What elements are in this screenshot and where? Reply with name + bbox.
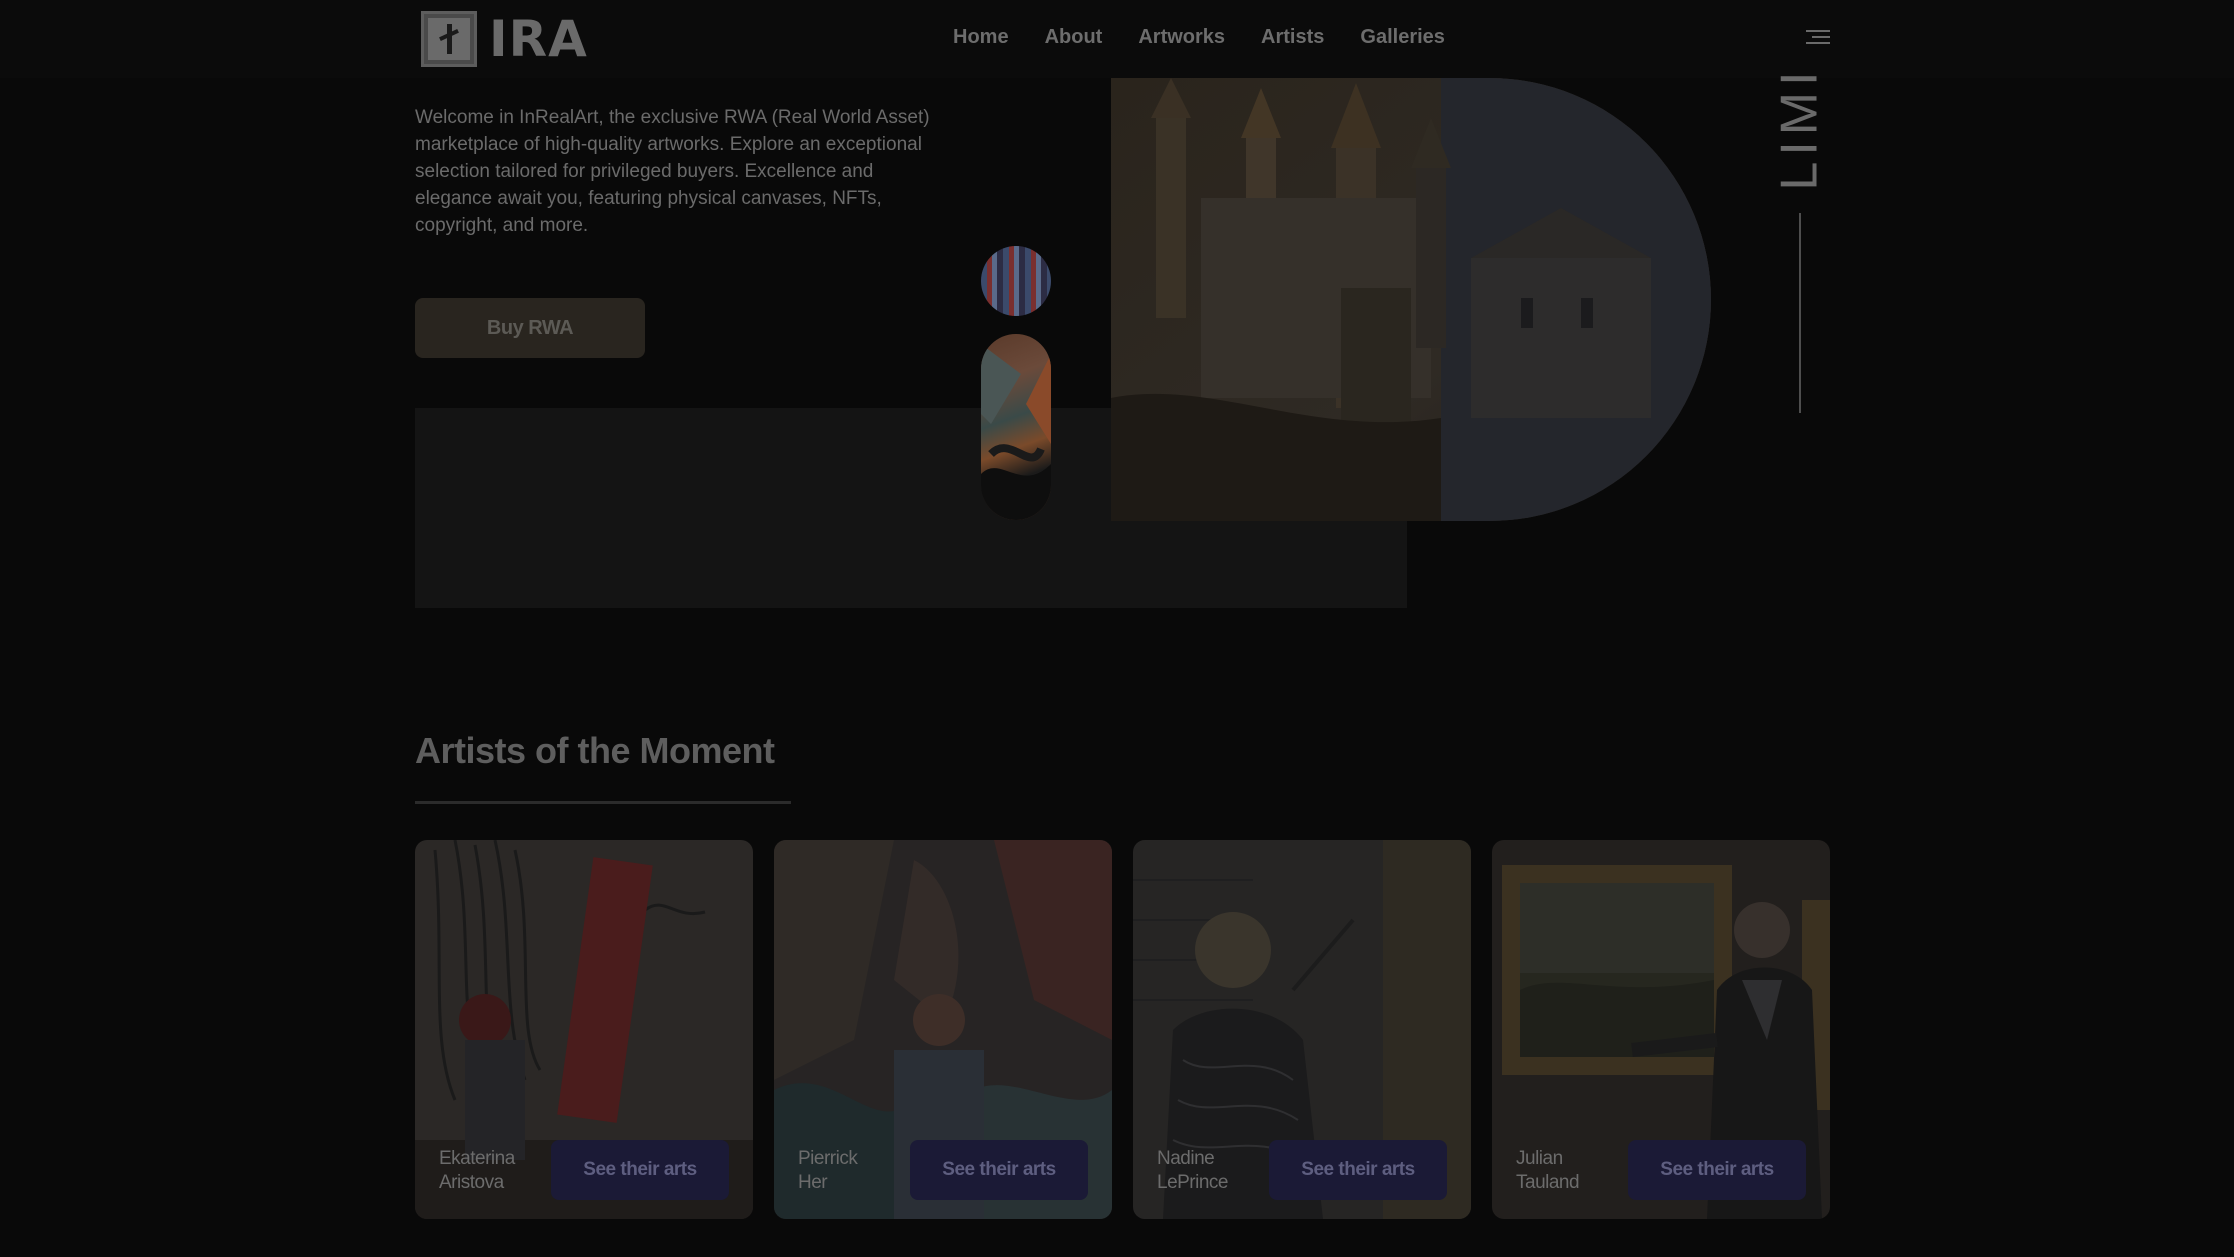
artist-name: Ekaterina Aristova [439, 1148, 515, 1193]
see-their-arts-button[interactable]: See their arts [1628, 1140, 1806, 1200]
nav-artists[interactable]: Artists [1261, 26, 1324, 49]
nav-about[interactable]: About [1045, 26, 1103, 49]
logo-text: IRA [489, 10, 588, 68]
artwork-thumbnail-round[interactable] [981, 246, 1051, 316]
artist-cards: Ekaterina Aristova See their arts Pierri… [415, 840, 1830, 1219]
see-their-arts-button[interactable]: See their arts [1269, 1140, 1447, 1200]
site-header: IRA Home About Artworks Artists Gallerie… [0, 0, 2234, 78]
main-nav: Home About Artworks Artists Galleries [953, 26, 1445, 49]
artist-card[interactable]: Nadine LePrince See their arts [1133, 840, 1471, 1219]
artwork-thumbnail-pill[interactable] [981, 334, 1051, 520]
artist-card[interactable]: Pierrick Her See their arts [774, 840, 1112, 1219]
hero-description: Welcome in InRealArt, the exclusive RWA … [415, 107, 930, 236]
hamburger-menu-icon[interactable] [1806, 30, 1830, 48]
see-their-arts-button[interactable]: See their arts [551, 1140, 729, 1200]
artist-card[interactable]: Ekaterina Aristova See their arts [415, 840, 753, 1219]
nav-artworks[interactable]: Artworks [1138, 26, 1225, 49]
artist-name: Pierrick Her [798, 1148, 858, 1193]
artist-card[interactable]: Julian Tauland See their arts [1492, 840, 1830, 1219]
nav-home[interactable]: Home [953, 26, 1009, 49]
nav-galleries[interactable]: Galleries [1360, 26, 1445, 49]
section-title: Artists of the Moment [415, 730, 775, 771]
artist-name: Nadine LePrince [1157, 1148, 1229, 1193]
buy-rwa-button[interactable]: Buy RWA [415, 298, 645, 358]
section-underline [415, 801, 791, 804]
vertical-heading: LIMI [1771, 65, 1830, 191]
vertical-divider [1799, 213, 1801, 413]
see-their-arts-button[interactable]: See their arts [910, 1140, 1088, 1200]
artist-name: Julian Tauland [1516, 1148, 1580, 1193]
logo[interactable]: IRA [421, 10, 588, 68]
logo-icon [421, 11, 477, 67]
hero-castle-painting [1111, 78, 1711, 521]
